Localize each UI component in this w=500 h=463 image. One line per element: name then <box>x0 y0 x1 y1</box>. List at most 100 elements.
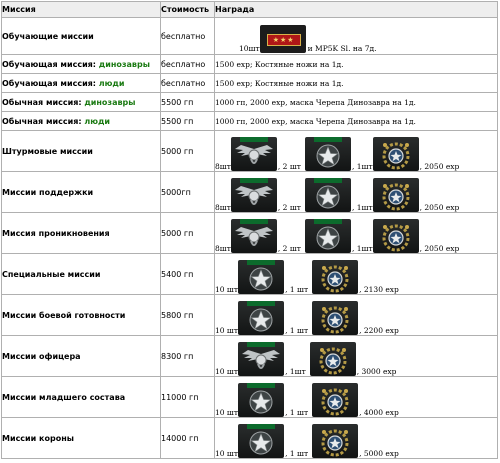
mission-cost: бесплатно <box>160 17 215 55</box>
reward-exp: , 2050 exp <box>419 203 460 212</box>
reward-quantity: , 1шт <box>351 162 373 171</box>
mission-cost: 5000 гп <box>160 212 215 254</box>
reward-text: и MP5K Sl. на 7д. <box>307 44 377 53</box>
mission-name: Миссии младшего состава <box>1 376 161 418</box>
star-medal-icon <box>304 219 351 253</box>
table-row: Обучающая миссия: динозавры бесплатно 15… <box>1 54 498 74</box>
crown-medal-icon <box>312 424 359 458</box>
star-medal-icon <box>304 178 351 212</box>
reward-quantity: 8шт <box>215 203 231 212</box>
header-mission: Миссия <box>1 1 161 18</box>
mission-cost: 11000 гп <box>160 376 215 418</box>
mission-cost: бесплатно <box>160 73 215 93</box>
table-row: Специальные миссии 5400 гп 10 шт , 1 шт … <box>1 253 498 295</box>
mission-reward: 10 шт , 1 шт , 2130 exp <box>214 253 498 295</box>
mission-name: Обучающая миссия: люди <box>1 73 161 93</box>
header-reward: Награда <box>214 1 498 18</box>
mission-name: Обучающие миссии <box>1 17 161 55</box>
table-row: Обычная миссия: люди 5500 гп 1000 гп, 20… <box>1 111 498 131</box>
mission-reward: 10 шт , 1шт , 3000 exp <box>214 335 498 377</box>
mission-name: Обычная миссия: динозавры <box>1 92 161 112</box>
mission-reward: 1000 гп, 2000 exp, маска Черепа Динозавр… <box>214 111 498 131</box>
reward-exp: , 2200 exp <box>359 326 399 335</box>
reward-quantity: , 2 шт <box>277 162 301 171</box>
star-medal-icon <box>304 137 351 171</box>
reward-exp: , 5000 exp <box>359 449 399 458</box>
table-row: Обучающая миссия: люди бесплатно 1500 ex… <box>1 73 498 93</box>
reward-quantity: , 1 шт <box>285 449 309 458</box>
reward-exp: , 3000 exp <box>356 367 397 376</box>
wreath-medal-icon <box>312 260 359 294</box>
mission-reward: 8шт , 2 шт , 1шт , 2050 exp <box>214 212 498 254</box>
mission-reward: 10шт ★★★ и MP5K Sl. на 7д. <box>214 17 498 55</box>
mission-reward: 8шт , 2 шт , 1шт , 2050 exp <box>214 171 498 213</box>
reward-quantity: 10 шт <box>215 367 239 376</box>
mission-cost: 5500 гп <box>160 92 215 112</box>
table-row: Миссии короны 14000 гп 10 шт , 1 шт , 50… <box>1 417 498 459</box>
rewards-table: Миссия Стоимость Награда Обучающие мисси… <box>1 1 498 459</box>
mission-cost: 5400 гп <box>160 253 215 295</box>
mission-reward: 1500 exp; Костяные ножи на 1д. <box>214 54 498 74</box>
reward-quantity: , 2 шт <box>277 203 301 212</box>
wreath-medal-icon <box>372 178 419 212</box>
reward-quantity: 8шт <box>215 244 231 253</box>
star-medal-icon <box>238 260 285 294</box>
wings-medal-icon <box>238 342 285 376</box>
reward-quantity: 10шт <box>239 44 260 53</box>
mission-name: Штурмовые миссии <box>1 130 161 172</box>
reward-exp: , 2130 exp <box>359 285 399 294</box>
header-cost: Стоимость <box>160 1 215 18</box>
crown-medal-icon <box>312 383 359 417</box>
reward-quantity: , 2 шт <box>277 244 301 253</box>
reward-quantity: , 1шт <box>351 203 373 212</box>
table-row: Миссии офицера 8300 гп 10 шт , 1шт , 300… <box>1 335 498 377</box>
reward-quantity: , 1шт <box>285 367 306 376</box>
mission-name: Миссии короны <box>1 417 161 459</box>
wings-medal-icon <box>230 219 277 253</box>
reward-quantity: 10 шт <box>215 408 239 417</box>
table-row: Штурмовые миссии 5000 гп 8шт , 2 шт , 1ш… <box>1 130 498 172</box>
reward-exp: , 2050 exp <box>419 244 460 253</box>
star-medal-icon <box>238 383 285 417</box>
wreath-medal-icon <box>372 219 419 253</box>
wings-medal-icon <box>230 137 277 171</box>
mission-cost: 5000 гп <box>160 130 215 172</box>
mission-cost: 5500 гп <box>160 111 215 131</box>
reward-exp: , 4000 exp <box>359 408 399 417</box>
mission-name: Обычная миссия: люди <box>1 111 161 131</box>
mission-name: Специальные миссии <box>1 253 161 295</box>
table-row: Миссии боевой готовности 5800 гп 10 шт ,… <box>1 294 498 336</box>
mission-reward: 10 шт , 1 шт , 4000 exp <box>214 376 498 418</box>
star-medal-icon <box>238 301 285 335</box>
mission-cost: 14000 гп <box>160 417 215 459</box>
wreath-medal-icon <box>372 137 419 171</box>
star-medal-icon <box>238 424 285 458</box>
mission-reward: 8шт , 2 шт , 1шт , 2050 exp <box>214 130 498 172</box>
mission-cost: бесплатно <box>160 54 215 74</box>
mission-name: Миссии офицера <box>1 335 161 377</box>
wings-medal-icon <box>230 178 277 212</box>
mission-cost: 5000гп <box>160 171 215 213</box>
reward-quantity: 10 шт <box>215 326 239 335</box>
mission-name: Обучающая миссия: динозавры <box>1 54 161 74</box>
reward-quantity: , 1 шт <box>285 285 309 294</box>
crown-medal-icon <box>309 342 356 376</box>
table-row: Миссия проникновения 5000 гп 8шт , 2 шт … <box>1 212 498 254</box>
rank-stars-icon: ★★★ <box>259 25 306 53</box>
mission-cost: 8300 гп <box>160 335 215 377</box>
table-row: Обучающие миссии бесплатно 10шт ★★★ и MP… <box>1 17 498 55</box>
reward-quantity: 8шт <box>215 162 231 171</box>
reward-quantity: , 1 шт <box>285 408 309 417</box>
table-header-row: Миссия Стоимость Награда <box>1 1 498 18</box>
mission-name: Миссии боевой готовности <box>1 294 161 336</box>
mission-cost: 5800 гп <box>160 294 215 336</box>
reward-quantity: 10 шт <box>215 285 239 294</box>
reward-quantity: , 1 шт <box>285 326 309 335</box>
table-row: Миссии поддержки 5000гп 8шт , 2 шт , 1шт… <box>1 171 498 213</box>
wreath-medal-icon <box>312 301 359 335</box>
reward-exp: , 2050 exp <box>419 162 460 171</box>
mission-reward: 10 шт , 1 шт , 2200 exp <box>214 294 498 336</box>
mission-name: Миссия проникновения <box>1 212 161 254</box>
table-row: Миссии младшего состава 11000 гп 10 шт ,… <box>1 376 498 418</box>
mission-reward: 1500 exp; Костяные ножи на 1д. <box>214 73 498 93</box>
